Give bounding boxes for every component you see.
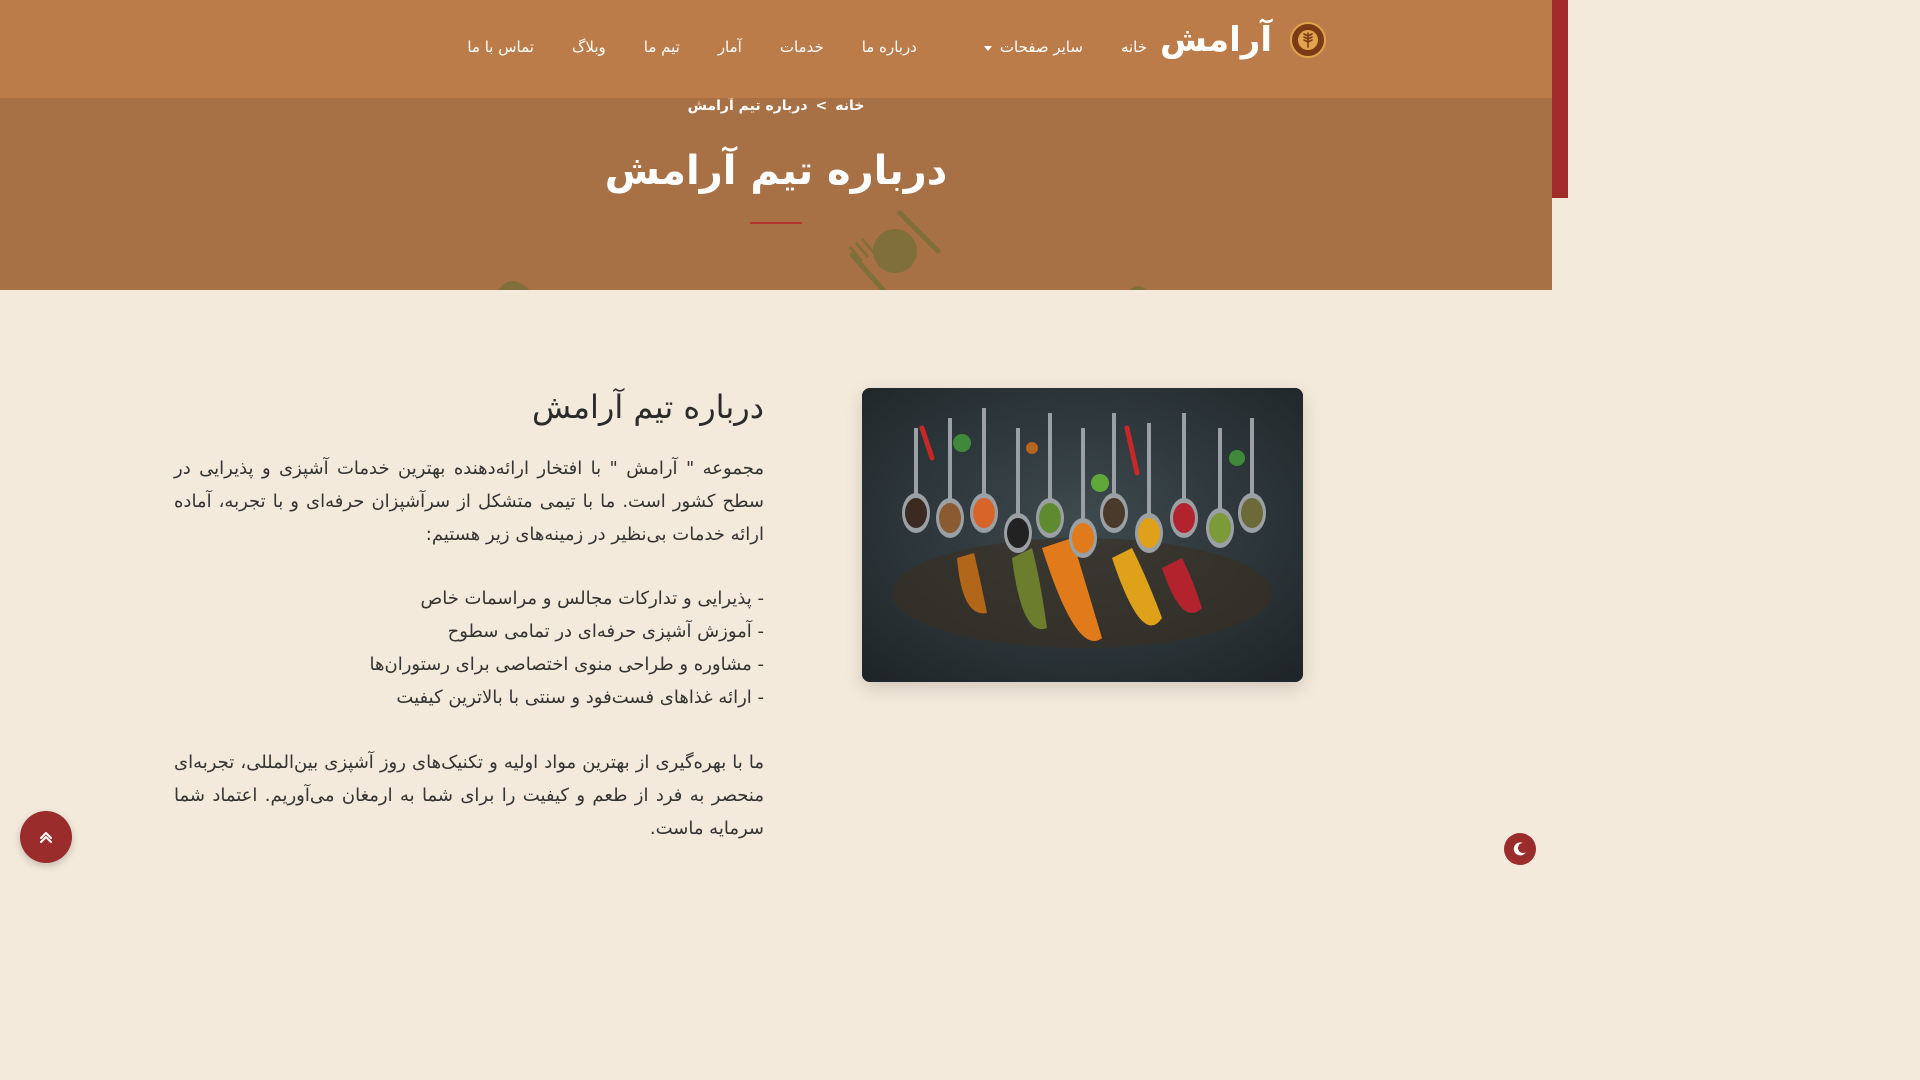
page-title: درباره تیم آرامش: [604, 148, 948, 194]
nav-item-contact[interactable]: تماس با ما: [467, 38, 534, 56]
moon-icon: [1513, 842, 1526, 856]
about-closing-text: ما با بهره‌گیری از بهترین مواد اولیه و ت…: [174, 752, 764, 839]
list-item: - مشاوره و طراحی منوی اختصاصی برای رستور…: [369, 654, 764, 675]
nav-item-home[interactable]: خانه: [1121, 38, 1147, 56]
breadcrumb-current: درباره تیم آرامش: [687, 98, 808, 114]
double-chevron-up-icon: [40, 832, 52, 843]
breadcrumb-home-link[interactable]: خانه: [835, 98, 864, 114]
leaf-decoration-icon: [1129, 286, 1147, 290]
list-item: - آموزش آشپزی حرفه‌ای در تمامی سطوح: [447, 621, 764, 642]
caret-down-icon: [983, 45, 992, 51]
title-underline: [750, 222, 802, 224]
navbar: آرامش خانه سایر صفحات درباره ما خدمات آم…: [0, 0, 1552, 98]
breadcrumb-separator: >: [815, 98, 828, 114]
brand[interactable]: آرامش: [1160, 22, 1326, 58]
nav-item-other-pages[interactable]: سایر صفحات: [983, 38, 1083, 56]
spices-image: [862, 388, 1303, 682]
list-item: - ارائه غذاهای فست‌فود و سنتی با بالاتری…: [396, 687, 764, 708]
section-title: درباره تیم آرامش: [532, 388, 764, 426]
page-hero: خانه > درباره تیم آرامش درباره تیم آرامش: [0, 98, 1552, 290]
services-list: - پذیرایی و تدارکات مجالس و مراسمات خاص …: [370, 582, 764, 714]
scrollbar-track[interactable]: [1552, 0, 1568, 882]
nav-item-stats[interactable]: آمار: [718, 38, 742, 56]
about-intro-text: مجموعه " آرامش " با افتخار ارائه‌دهنده ب…: [174, 458, 764, 545]
list-item: - پذیرایی و تدارکات مجالس و مراسمات خاص: [420, 588, 764, 609]
nav-item-blog[interactable]: وبلاگ: [572, 38, 606, 56]
theme-toggle-button[interactable]: [1504, 833, 1536, 865]
back-to-top-button[interactable]: [20, 811, 72, 863]
leaf-decoration-icon: [498, 281, 530, 290]
wheat-logo-icon: [1290, 22, 1326, 58]
nav-item-services[interactable]: خدمات: [780, 38, 824, 56]
scrollbar-thumb[interactable]: [1552, 0, 1568, 198]
nav-item-about[interactable]: درباره ما: [862, 38, 917, 56]
plate-cutlery-decoration-icon: [849, 210, 941, 290]
nav-item-team[interactable]: تیم ما: [644, 38, 680, 56]
breadcrumb: خانه > درباره تیم آرامش: [0, 98, 1552, 114]
main-nav: خانه سایر صفحات درباره ما خدمات آمار تیم…: [467, 38, 1147, 56]
nav-item-label: سایر صفحات: [999, 38, 1083, 56]
brand-name: آرامش: [1160, 20, 1272, 60]
